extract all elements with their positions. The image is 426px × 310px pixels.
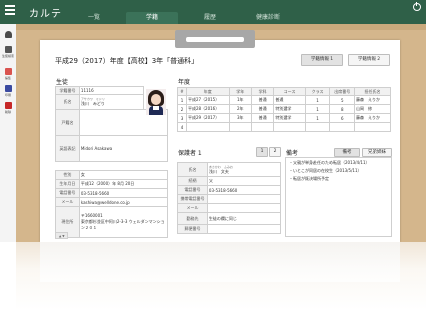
menu-icon[interactable] [5, 5, 15, 15]
guardian-name-value: 浅川 文夫 [208, 168, 229, 174]
email-value: kashiwa@welldone.co.jp [78, 197, 169, 207]
sidebar-label-print: 印刷 [4, 93, 11, 97]
registry-info-1-button[interactable]: 学籍情報 1 [301, 54, 343, 66]
guardian-phone-value: 03-5318-5660 [206, 185, 282, 195]
power-icon[interactable] [413, 2, 421, 11]
sidebar-label-delete: 削除 [4, 110, 11, 114]
people-icon [4, 46, 12, 53]
guardian-section-title: 保護者 1 [178, 150, 202, 157]
student-photo [146, 89, 166, 115]
phone-value: 03-5318-5660 [78, 188, 169, 198]
relationship-value: 父 [206, 176, 282, 186]
tab-history[interactable]: 履歴 [184, 12, 236, 24]
main-nav: 一覧 学籍 履歴 健康診断 [68, 12, 300, 24]
table-row[interactable]: 1 平成27（2015） 1年 普通 普通 1 5 藤森 えりか [177, 95, 391, 105]
notes-button[interactable]: 備考 [334, 148, 360, 157]
notes-section-title: 備考 [286, 150, 299, 157]
gender-value: 女 [78, 170, 169, 180]
app-title: カルテ [29, 9, 62, 20]
table-row[interactable]: 4 [177, 122, 391, 132]
student-name-cell: アサカワ ミドリ 浅川 みどり [78, 94, 145, 110]
student-id-value: 11116 [78, 86, 145, 95]
printer-icon [4, 85, 12, 92]
guardian-table: 氏名 あさかわ ふみお 浅川 文夫 続柄父 電話番号 03-5318-5660 携帯電… [177, 162, 282, 234]
reflection-sheet [40, 242, 400, 282]
clipboard-clip-slot [186, 37, 244, 42]
sidebar-item-edit[interactable]: 編集 [0, 68, 16, 80]
siblings-button[interactable]: 兄弟姉妹 [362, 148, 392, 157]
guardian-mobile-value [206, 194, 282, 204]
app-header: カルテ 一覧 学籍 履歴 健康診断 [0, 0, 426, 24]
table-row[interactable]: 3 平成29（2017） 3年 普通 特別選学 1 6 藤森 えりか [177, 113, 391, 123]
sidebar-item-student-search[interactable]: 生徒検索 [0, 46, 16, 58]
guardian-workplace-value: 生徒の欄に同じ [206, 212, 282, 225]
history-table: # 年度 学年 学科 コース クラス 出席番号 担任氏名 1 平成27（2015）… [177, 87, 391, 132]
sidebar-item-print[interactable]: 印刷 [0, 85, 16, 97]
guardian-page-1-button[interactable]: 1 [256, 147, 268, 157]
page-title: 平成29（2017）年度【高校】3年「普通科」 [55, 57, 199, 65]
tab-list[interactable]: 一覧 [68, 12, 120, 24]
trash-icon [4, 102, 12, 109]
history-section-title: 年度 [178, 79, 191, 86]
english-name-value: Midori Asakawa [78, 135, 169, 162]
table-row[interactable]: 2 平成28（2016） 2年 普通 特別選学 1 8 山岡 修 [177, 104, 391, 114]
pencil-icon [4, 68, 12, 75]
address-value: 〒1660001 東京都杉並区中阿川2-3-3 ウェルダンマンション２０１ [78, 206, 169, 238]
notes-textarea[interactable]: ・父親が単身赴任のため転居（2013/4/11） ・いとこが同居の在校生（201… [285, 157, 392, 237]
note-line: ・転居が既決場所予定 [289, 176, 329, 181]
guardian-page-2-button[interactable]: 2 [269, 147, 281, 157]
sidebar-item-delete[interactable]: 削除 [0, 102, 16, 114]
sidebar: 生徒検索 編集 印刷 削除 [0, 24, 16, 242]
student-detail-table: 性別女 生年月日 平成12（2000）年 8月 20日 電話番号 03-5318-5… [55, 170, 169, 238]
sidebar-item-profile[interactable] [0, 31, 16, 39]
guardian-email-value [206, 203, 282, 213]
tab-health-checkup[interactable]: 健康診断 [242, 12, 294, 24]
student-name-value: 浅川 みどり [80, 101, 105, 106]
guardian-name-cell: あさかわ ふみお 浅川 文夫 [206, 162, 282, 177]
tab-registry[interactable]: 学籍 [126, 12, 178, 24]
registry-info-2-button[interactable]: 学籍情報 2 [348, 54, 390, 66]
person-icon [4, 31, 12, 38]
note-line: ・いとこが同居の在校生（2013/5/11） [289, 168, 362, 173]
scroll-indicator[interactable]: ▲ ▼ [55, 232, 68, 239]
student-section-title: 生徒 [56, 79, 69, 86]
sidebar-label-student-search: 生徒検索 [1, 54, 14, 58]
guardian-postal-value [206, 224, 282, 234]
birthdate-value: 平成12（2000）年 8月 20日 [78, 179, 169, 189]
note-line: ・父親が単身赴任のため転居（2013/4/11） [289, 160, 370, 165]
sidebar-label-edit: 編集 [4, 76, 11, 80]
